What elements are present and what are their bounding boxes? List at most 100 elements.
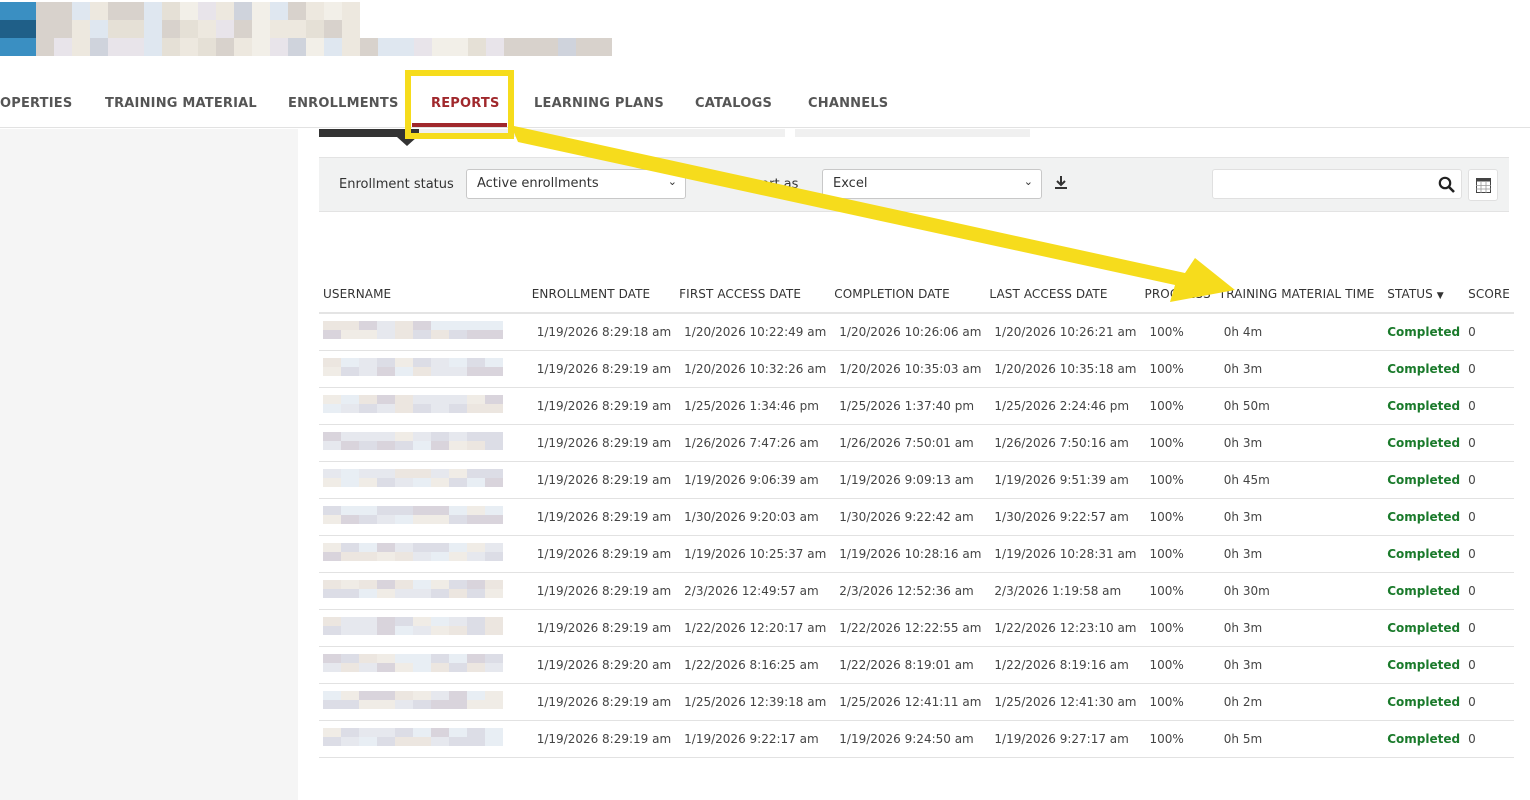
- enrollment-date-cell: 1/19/2026 8:29:19 am: [527, 461, 676, 499]
- table-row[interactable]: 1/19/2026 8:29:19 am 1/25/2026 1:34:46 pm…: [319, 387, 1514, 425]
- username-cell[interactable]: [319, 461, 528, 499]
- progress-cell: 100%: [1140, 683, 1215, 721]
- username-pixel: [485, 358, 503, 367]
- logo-pixel: [576, 38, 594, 56]
- status-cell: Completed: [1383, 424, 1465, 462]
- tab-enrollments[interactable]: ENROLLMENTS: [288, 96, 399, 111]
- table-row[interactable]: 1/19/2026 8:29:19 am 1/30/2026 9:20:03 am…: [319, 498, 1514, 536]
- username-cell[interactable]: [319, 683, 528, 721]
- col-status[interactable]: STATUS ▼: [1383, 276, 1465, 314]
- username-pixel: [413, 691, 431, 700]
- username-pixel: [395, 654, 413, 663]
- username-pixel: [377, 367, 395, 376]
- enrollment-status-select[interactable]: Active enrollments ⌄: [466, 169, 686, 199]
- username-pixel: [449, 691, 467, 700]
- table-row[interactable]: 1/19/2026 8:29:19 am 1/19/2026 9:06:39 am…: [319, 461, 1514, 499]
- logo-pixel: [522, 38, 540, 56]
- username-cell[interactable]: [319, 720, 528, 758]
- export-as-label: Export as: [737, 177, 799, 192]
- username-pixel: [395, 700, 413, 709]
- username-pixel: [485, 737, 503, 746]
- username-cell[interactable]: [319, 498, 528, 536]
- username-pixel: [359, 330, 377, 340]
- username-cell[interactable]: [319, 646, 528, 684]
- logo-pixel: [180, 38, 198, 56]
- username-pixel: [395, 395, 413, 404]
- status-cell: Completed: [1383, 535, 1465, 573]
- blurred-username: [323, 728, 503, 746]
- first-access-date-cell: 1/25/2026 1:34:46 pm: [675, 387, 831, 425]
- table-row[interactable]: 1/19/2026 8:29:19 am 1/19/2026 9:22:17 am…: [319, 720, 1514, 758]
- first-access-date-cell: 1/22/2026 8:16:25 am: [675, 646, 831, 684]
- username-cell[interactable]: [319, 572, 528, 610]
- username-cell[interactable]: [319, 424, 528, 462]
- col-progress[interactable]: PROGRESS: [1140, 276, 1215, 314]
- completion-date-cell: 2/3/2026 12:52:36 am: [830, 572, 986, 610]
- logo-pixel: [0, 20, 18, 38]
- username-cell[interactable]: [319, 313, 528, 351]
- table-row[interactable]: 1/19/2026 8:29:19 am 1/20/2026 10:32:26 a…: [319, 350, 1514, 388]
- table-row[interactable]: 1/19/2026 8:29:19 am 1/22/2026 12:20:17 a…: [319, 609, 1514, 647]
- last-access-date-cell: 1/22/2026 12:23:10 am: [985, 609, 1141, 647]
- username-pixel: [323, 321, 341, 331]
- username-pixel: [467, 321, 485, 331]
- first-access-date-cell: 1/20/2026 10:22:49 am: [675, 313, 831, 351]
- subtab[interactable]: [795, 129, 1030, 137]
- username-cell[interactable]: [319, 609, 528, 647]
- logo-pixel: [306, 38, 324, 56]
- highlight-box: [405, 70, 514, 139]
- logo-pixel: [0, 2, 18, 20]
- tab-catalogs[interactable]: CATALOGS: [695, 96, 772, 111]
- search-input[interactable]: [1212, 169, 1462, 199]
- logo-pixel: [18, 20, 36, 38]
- username-pixel: [449, 626, 467, 635]
- username-pixel: [395, 441, 413, 450]
- col-first-access-date[interactable]: FIRST ACCESS DATE: [675, 276, 831, 314]
- username-pixel: [413, 617, 431, 626]
- tab-training-material[interactable]: TRAINING MATERIAL: [105, 96, 257, 111]
- col-username[interactable]: USERNAME: [319, 276, 528, 314]
- logo-pixel: [216, 2, 234, 20]
- sort-caret-icon: ▼: [1436, 291, 1444, 301]
- username-pixel: [359, 580, 377, 589]
- col-enrollment-date[interactable]: ENROLLMENT DATE: [527, 276, 676, 314]
- username-pixel: [359, 543, 377, 552]
- table-row[interactable]: 1/19/2026 8:29:18 am 1/20/2026 10:22:49 a…: [319, 313, 1514, 351]
- logo-pixel: [36, 2, 54, 20]
- username-pixel: [413, 367, 431, 376]
- col-training-material-time[interactable]: TRAINING MATERIAL TIME: [1214, 276, 1384, 314]
- export-format-select[interactable]: Excel ⌄: [822, 169, 1042, 199]
- table-row[interactable]: 1/19/2026 8:29:19 am 1/26/2026 7:47:26 am…: [319, 424, 1514, 462]
- username-cell[interactable]: [319, 535, 528, 573]
- table-header-row: USERNAME ENROLLMENT DATE FIRST ACCESS DA…: [319, 276, 1514, 314]
- download-icon[interactable]: [1054, 174, 1068, 193]
- username-pixel: [377, 515, 395, 524]
- search-icon[interactable]: [1438, 176, 1455, 193]
- table-row[interactable]: 1/19/2026 8:29:20 am 1/22/2026 8:16:25 am…: [319, 646, 1514, 684]
- tab-properties[interactable]: OPERTIES: [0, 96, 72, 111]
- username-pixel: [341, 663, 359, 672]
- tab-learning-plans[interactable]: LEARNING PLANS: [534, 96, 664, 111]
- columns-button[interactable]: [1468, 169, 1498, 201]
- col-completion-date[interactable]: COMPLETION DATE: [830, 276, 986, 314]
- username-pixel: [377, 700, 395, 709]
- score-cell: 0: [1464, 350, 1514, 388]
- username-pixel: [359, 395, 377, 404]
- table-row[interactable]: 1/19/2026 8:29:19 am 1/19/2026 10:25:37 a…: [319, 535, 1514, 573]
- col-score[interactable]: SCORE: [1464, 276, 1514, 314]
- username-pixel: [485, 506, 503, 515]
- table-row[interactable]: 1/19/2026 8:29:19 am 2/3/2026 12:49:57 am…: [319, 572, 1514, 610]
- username-pixel: [377, 617, 395, 626]
- logo-pixel: [198, 38, 216, 56]
- username-cell[interactable]: [319, 350, 528, 388]
- table-row[interactable]: 1/19/2026 8:29:19 am 1/25/2026 12:39:18 a…: [319, 683, 1514, 721]
- enrollment-date-cell: 1/19/2026 8:29:18 am: [527, 313, 676, 351]
- logo-pixel: [144, 2, 162, 20]
- col-last-access-date[interactable]: LAST ACCESS DATE: [985, 276, 1141, 314]
- username-cell[interactable]: [319, 387, 528, 425]
- username-pixel: [359, 617, 377, 626]
- username-pixel: [467, 367, 485, 376]
- subtab-active[interactable]: [319, 129, 419, 146]
- tab-channels[interactable]: CHANNELS: [808, 96, 888, 111]
- username-pixel: [377, 358, 395, 367]
